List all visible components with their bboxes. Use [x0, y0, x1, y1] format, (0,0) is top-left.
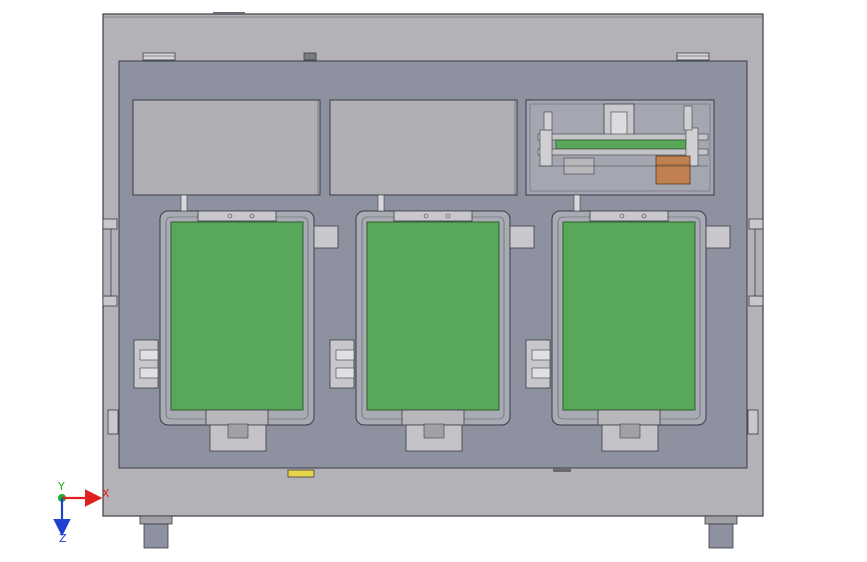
mechanism-pcb	[555, 139, 687, 150]
bottom-tab	[553, 468, 571, 472]
top-module-left[interactable]	[132, 99, 321, 196]
pcb-board	[562, 221, 696, 411]
side-clamp-left	[525, 339, 551, 389]
foot-right	[704, 515, 738, 549]
tray-top-clamp	[393, 210, 473, 222]
tray-bottom-block	[597, 409, 661, 426]
side-clamp-right	[705, 225, 731, 249]
hinge-left	[142, 52, 176, 61]
side-clamp-left	[329, 339, 355, 389]
side-clamp-right	[313, 225, 339, 249]
x-axis-label: X	[102, 487, 110, 500]
station-1[interactable]	[133, 194, 339, 452]
axis-triad: X Y Z	[53, 480, 110, 545]
tray-top-clamp	[197, 210, 277, 222]
z-axis-label: Z	[59, 532, 67, 545]
side-clamp-right	[509, 225, 535, 249]
top-module-middle[interactable]	[329, 99, 518, 196]
top-knob	[303, 52, 317, 61]
foot-left	[139, 515, 173, 549]
tray-top-clamp	[589, 210, 669, 222]
station-3[interactable]	[525, 194, 731, 452]
motor-block	[655, 155, 691, 185]
pcb-board	[366, 221, 500, 411]
side-clamp-left	[133, 339, 159, 389]
machine-assembly[interactable]	[102, 12, 764, 549]
station-2[interactable]	[329, 194, 535, 452]
hinge-right	[676, 52, 710, 61]
cad-viewport[interactable]: X Y Z	[0, 0, 867, 562]
tray-bottom-block	[401, 409, 465, 426]
top-clip	[213, 12, 245, 15]
yellow-label	[287, 469, 315, 478]
side-latch-right	[747, 409, 759, 435]
top-module-right[interactable]	[525, 99, 715, 196]
pcb-board	[170, 221, 304, 411]
y-axis-label: Y	[57, 480, 65, 493]
tray-bottom-block	[205, 409, 269, 426]
side-latch-left	[107, 409, 119, 435]
